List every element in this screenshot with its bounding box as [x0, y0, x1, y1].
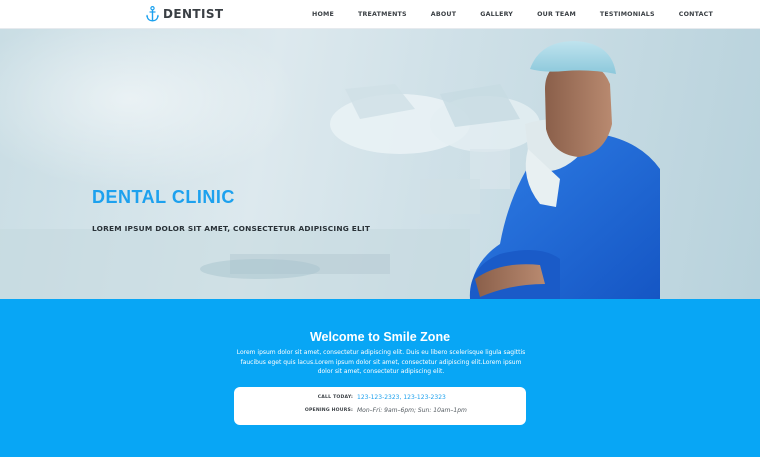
nav-our-team[interactable]: OUR TEAM [537, 11, 576, 18]
logo[interactable]: DENTIST [146, 6, 223, 22]
anchor-icon [146, 6, 159, 22]
main-nav: HOME TREATMENTS ABOUT GALLERY OUR TEAM T… [300, 0, 725, 29]
nav-contact[interactable]: CONTACT [679, 11, 713, 18]
contact-info-box: CALL TODAY: 123-123-2323, 123-123-2323 O… [234, 387, 526, 425]
opening-hours: Mon–Fri: 9am–6pm; Sun: 10am–1pm [357, 407, 467, 414]
hero-subtitle: LOREM IPSUM DOLOR SIT AMET, CONSECTETUR … [92, 224, 371, 233]
site-header: DENTIST HOME TREATMENTS ABOUT GALLERY OU… [0, 0, 760, 29]
call-row: CALL TODAY: 123-123-2323, 123-123-2323 [234, 394, 526, 404]
hero-image [0, 29, 660, 299]
nav-home[interactable]: HOME [312, 11, 334, 18]
hours-label: OPENING HOURS: [304, 408, 353, 413]
hero-banner: DENTAL CLINIC LOREM IPSUM DOLOR SIT AMET… [0, 29, 760, 299]
phone-numbers[interactable]: 123-123-2323, 123-123-2323 [357, 394, 446, 401]
nav-treatments[interactable]: TREATMENTS [358, 11, 407, 18]
nav-testimonials[interactable]: TESTIMONIALS [600, 11, 655, 18]
nav-gallery[interactable]: GALLERY [480, 11, 513, 18]
welcome-title: Welcome to Smile Zone [309, 330, 451, 344]
hero-title: DENTAL CLINIC [92, 187, 235, 207]
welcome-section: Welcome to Smile Zone Lorem ipsum dolor … [0, 299, 760, 457]
call-label: CALL TODAY: [317, 395, 353, 400]
welcome-text: Lorem ipsum dolor sit amet, consectetur … [236, 349, 526, 375]
nav-about[interactable]: ABOUT [431, 11, 456, 18]
logo-text: DENTIST [163, 7, 224, 21]
hours-row: OPENING HOURS: Mon–Fri: 9am–6pm; Sun: 10… [234, 407, 526, 417]
